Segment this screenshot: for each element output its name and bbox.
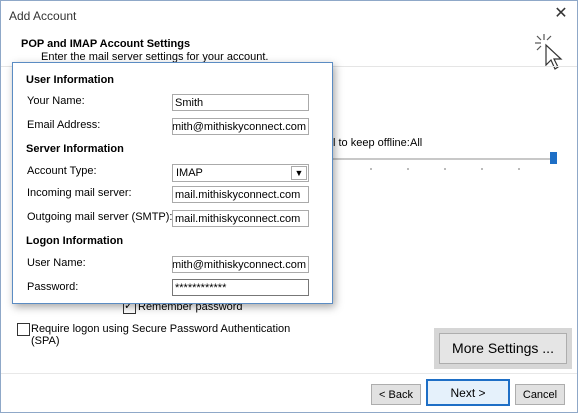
user-info-heading: User Information [26, 74, 115, 86]
offline-slider-track[interactable] [331, 158, 555, 160]
chevron-down-icon[interactable]: ▼ [291, 166, 307, 180]
next-button[interactable]: Next > [426, 379, 510, 406]
back-button[interactable]: < Back [371, 384, 421, 405]
your-name-label: Your Name: [27, 95, 85, 107]
incoming-server-field[interactable]: mail.mithiskyconnect.com [172, 186, 309, 203]
keep-offline-value: All [410, 137, 423, 149]
footer-divider [1, 373, 577, 374]
offline-slider-thumb[interactable] [550, 152, 557, 164]
title-bar: Add Account ✕ [1, 1, 577, 29]
spa-label: Require logon using Secure Password Auth… [31, 323, 291, 335]
slider-tick [407, 168, 409, 170]
user-name-field[interactable]: smith@mithiskyconnect.com [172, 256, 309, 273]
slider-tick [370, 168, 372, 170]
header-title: POP and IMAP Account Settings [21, 38, 191, 50]
slider-tick [518, 168, 520, 170]
outgoing-server-field[interactable]: mail.mithiskyconnect.com [172, 210, 309, 227]
password-label: Password: [27, 281, 79, 293]
account-type-select[interactable]: IMAP ▼ [172, 164, 309, 182]
cancel-button[interactable]: Cancel [515, 384, 565, 405]
spa-checkbox[interactable] [17, 323, 30, 336]
email-label: Email Address: [27, 119, 101, 131]
slider-tick [444, 168, 446, 170]
incoming-server-label: Incoming mail server: [27, 187, 132, 199]
window-title: Add Account [9, 9, 77, 23]
account-settings-popup: User Information Your Name: Smith Email … [12, 62, 333, 304]
email-field[interactable]: smith@mithiskyconnect.com [172, 118, 309, 135]
account-type-value: IMAP [176, 167, 203, 179]
password-field[interactable]: ************ [172, 279, 309, 296]
user-name-label: User Name: [27, 257, 86, 269]
logon-info-heading: Logon Information [26, 235, 124, 247]
slider-tick [481, 168, 483, 170]
keep-offline-label: l to keep offline: [333, 137, 410, 149]
spa-label-cont: (SPA) [31, 335, 60, 347]
your-name-field[interactable]: Smith [172, 94, 309, 111]
more-settings-button[interactable]: More Settings ... [439, 333, 567, 364]
server-info-heading: Server Information [26, 143, 124, 155]
outgoing-server-label: Outgoing mail server (SMTP): [27, 211, 173, 223]
add-account-window: Add Account ✕ POP and IMAP Account Setti… [0, 0, 578, 413]
account-type-label: Account Type: [27, 165, 97, 177]
close-icon[interactable]: ✕ [549, 3, 573, 25]
